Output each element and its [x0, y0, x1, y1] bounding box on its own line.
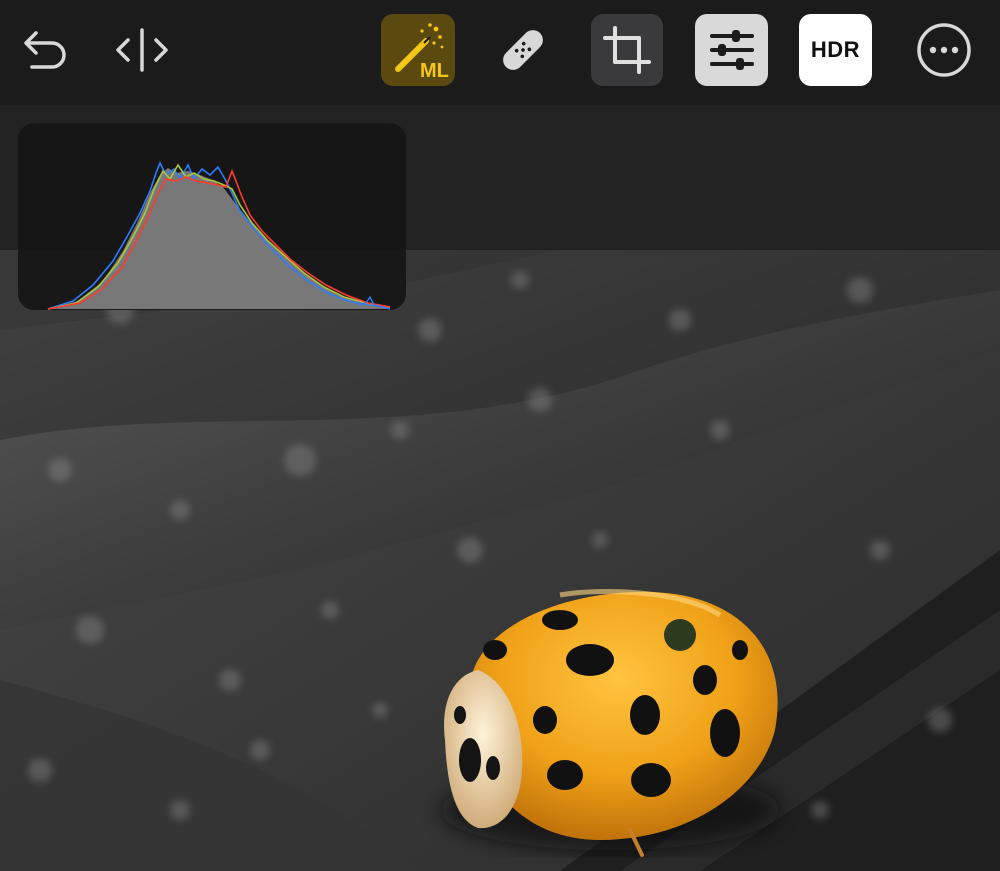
- compare-split-icon: [116, 28, 168, 72]
- photo-canvas[interactable]: [0, 250, 1000, 871]
- magic-wand-icon: ML: [395, 23, 449, 81]
- histogram-luminance-area: [48, 168, 390, 309]
- adjust-tool-button[interactable]: [695, 14, 768, 86]
- undo-button[interactable]: [18, 22, 74, 78]
- hdr-button[interactable]: HDR: [799, 14, 872, 86]
- more-ellipsis-icon: [917, 23, 971, 77]
- bandage-heal-icon: [503, 30, 543, 70]
- histogram-graph: [47, 161, 391, 310]
- crop-icon: [603, 26, 651, 74]
- hdr-label: HDR: [810, 37, 861, 62]
- crop-tool-button[interactable]: [591, 14, 663, 86]
- ml-label: ML: [420, 60, 449, 81]
- undo-arrow-icon: [24, 31, 66, 69]
- compare-button[interactable]: [110, 22, 174, 78]
- sliders-adjust-icon: [709, 30, 754, 70]
- histogram-panel: [18, 123, 406, 310]
- top-toolbar: ML HDR: [0, 0, 1000, 105]
- ml-auto-enhance-button[interactable]: ML: [381, 14, 455, 86]
- more-options-button[interactable]: [912, 18, 976, 82]
- heal-tool-button[interactable]: [493, 14, 553, 86]
- ladybug-photo: [0, 250, 1000, 871]
